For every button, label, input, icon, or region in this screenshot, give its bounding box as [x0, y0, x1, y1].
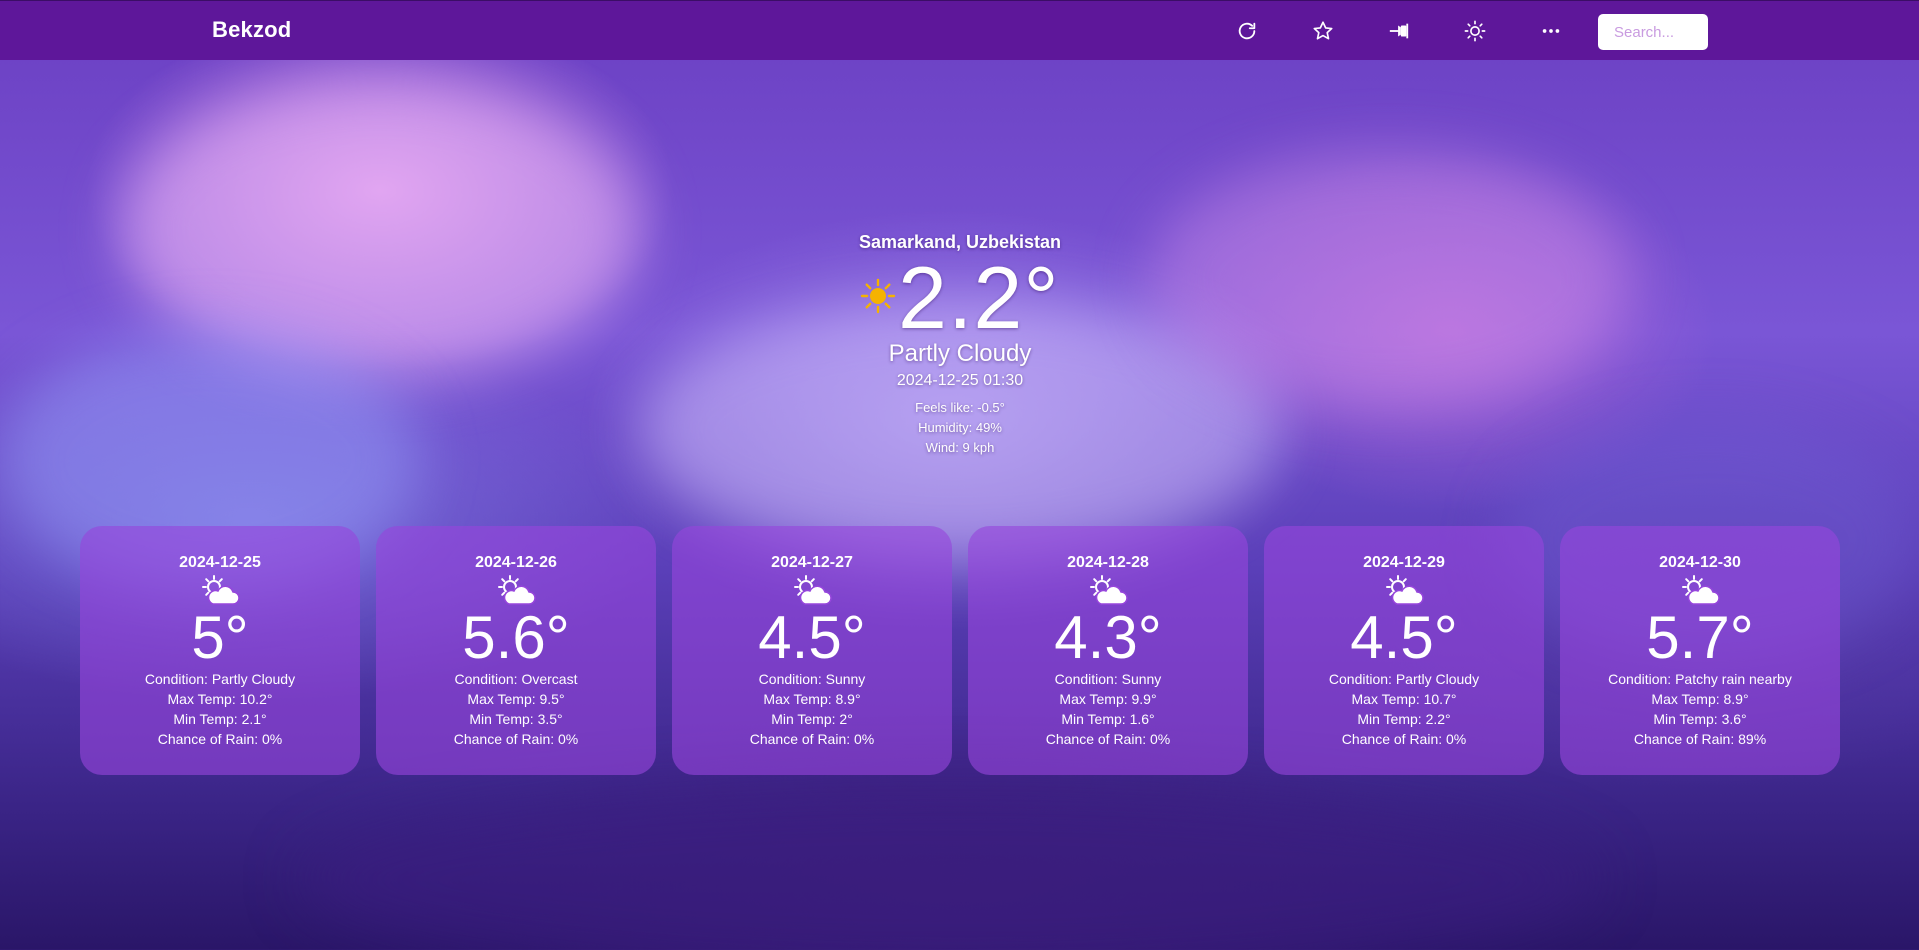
sun-icon [860, 278, 896, 314]
forecast-rain-chance: Chance of Rain: 89% [1633, 731, 1767, 747]
forecast-temperature: 5.7° [1646, 604, 1754, 671]
forecast-max-temp: Max Temp: 8.9° [1651, 691, 1749, 707]
forecast-date: 2024-12-26 [475, 554, 557, 571]
forecast-rain-chance: Chance of Rain: 0% [1341, 731, 1467, 747]
forecast-condition: Condition: Partly Cloudy [144, 671, 296, 687]
forecast-date: 2024-12-28 [1067, 554, 1149, 571]
forecast-date: 2024-12-27 [771, 554, 853, 571]
wind-label: Wind: 9 kph [925, 440, 995, 455]
forecast-date: 2024-12-29 [1363, 554, 1445, 571]
current-datetime: 2024-12-25 01:30 [896, 372, 1024, 389]
forecast-condition: Condition: Sunny [1054, 671, 1162, 687]
search-input[interactable] [1598, 14, 1708, 50]
forecast-rain-chance: Chance of Rain: 0% [157, 731, 283, 747]
partly-cloudy-icon [794, 575, 832, 605]
forecast-max-temp: Max Temp: 9.9° [1059, 691, 1157, 707]
forecast-min-temp: Min Temp: 2° [771, 711, 853, 727]
forecast-temperature: 4.3° [1054, 604, 1162, 671]
partly-cloudy-icon [202, 575, 240, 605]
background-cloud [300, 780, 1600, 950]
forecast-card[interactable]: 2024-12-25 5° Condition: Partly Cloudy M… [80, 526, 360, 775]
more-icon[interactable] [1536, 16, 1566, 46]
current-details: Feels like: -0.5° Humidity: 49% Wind: 9 … [760, 398, 1160, 458]
forecast-max-temp: Max Temp: 8.9° [763, 691, 861, 707]
forecast-min-temp: Min Temp: 3.6° [1653, 711, 1747, 727]
background-cloud [120, 80, 640, 380]
forecast-max-temp: Max Temp: 10.7° [1351, 691, 1457, 707]
current-weather-panel: Samarkand, Uzbekistan 2.2° Partly Cloudy… [760, 230, 1160, 458]
forecast-condition: Condition: Patchy rain nearby [1608, 671, 1792, 687]
brand-title: Bekzod [212, 17, 292, 42]
forecast-condition: Condition: Partly Cloudy [1328, 671, 1480, 687]
forecast-rain-chance: Chance of Rain: 0% [749, 731, 875, 747]
forecast-date: 2024-12-25 [179, 554, 261, 571]
forecast-min-temp: Min Temp: 2.1° [173, 711, 267, 727]
forecast-card[interactable]: 2024-12-27 4.5° Condition: Sunny Max Tem… [672, 526, 952, 775]
feels-like-label: Feels like: -0.5° [915, 400, 1005, 415]
forecast-rain-chance: Chance of Rain: 0% [453, 731, 579, 747]
brightness-icon[interactable] [1460, 16, 1490, 46]
forecast-temperature: 5° [191, 604, 249, 671]
partly-cloudy-icon [1386, 575, 1424, 605]
forecast-temperature: 5.6° [462, 604, 570, 671]
forecast-temperature: 4.5° [758, 604, 866, 671]
top-navigation-bar: Bekzod [0, 0, 1919, 60]
forecast-max-temp: Max Temp: 9.5° [467, 691, 565, 707]
refresh-icon[interactable] [1232, 16, 1262, 46]
partly-cloudy-icon [1090, 575, 1128, 605]
pin-icon[interactable] [1384, 16, 1414, 46]
forecast-condition: Condition: Sunny [758, 671, 866, 687]
forecast-list: 2024-12-25 5° Condition: Partly Cloudy M… [80, 526, 1842, 775]
forecast-card[interactable]: 2024-12-30 5.7° Condition: Patchy rain n… [1560, 526, 1840, 775]
forecast-card[interactable]: 2024-12-26 5.6° Condition: Overcast Max … [376, 526, 656, 775]
forecast-min-temp: Min Temp: 1.6° [1061, 711, 1155, 727]
humidity-label: Humidity: 49% [918, 420, 1002, 435]
forecast-card[interactable]: 2024-12-28 4.3° Condition: Sunny Max Tem… [968, 526, 1248, 775]
forecast-max-temp: Max Temp: 10.2° [167, 691, 273, 707]
partly-cloudy-icon [1682, 575, 1720, 605]
background-cloud [1150, 150, 1630, 410]
forecast-rain-chance: Chance of Rain: 0% [1045, 731, 1171, 747]
forecast-card[interactable]: 2024-12-29 4.5° Condition: Partly Cloudy… [1264, 526, 1544, 775]
forecast-min-temp: Min Temp: 3.5° [469, 711, 563, 727]
current-temperature-row: 2.2° [760, 250, 1160, 346]
forecast-min-temp: Min Temp: 2.2° [1357, 711, 1451, 727]
current-temperature: 2.2° [898, 248, 1060, 347]
partly-cloudy-icon [498, 575, 536, 605]
forecast-date: 2024-12-30 [1659, 554, 1741, 571]
forecast-temperature: 4.5° [1350, 604, 1458, 671]
star-icon[interactable] [1308, 16, 1338, 46]
forecast-condition: Condition: Overcast [454, 671, 578, 687]
